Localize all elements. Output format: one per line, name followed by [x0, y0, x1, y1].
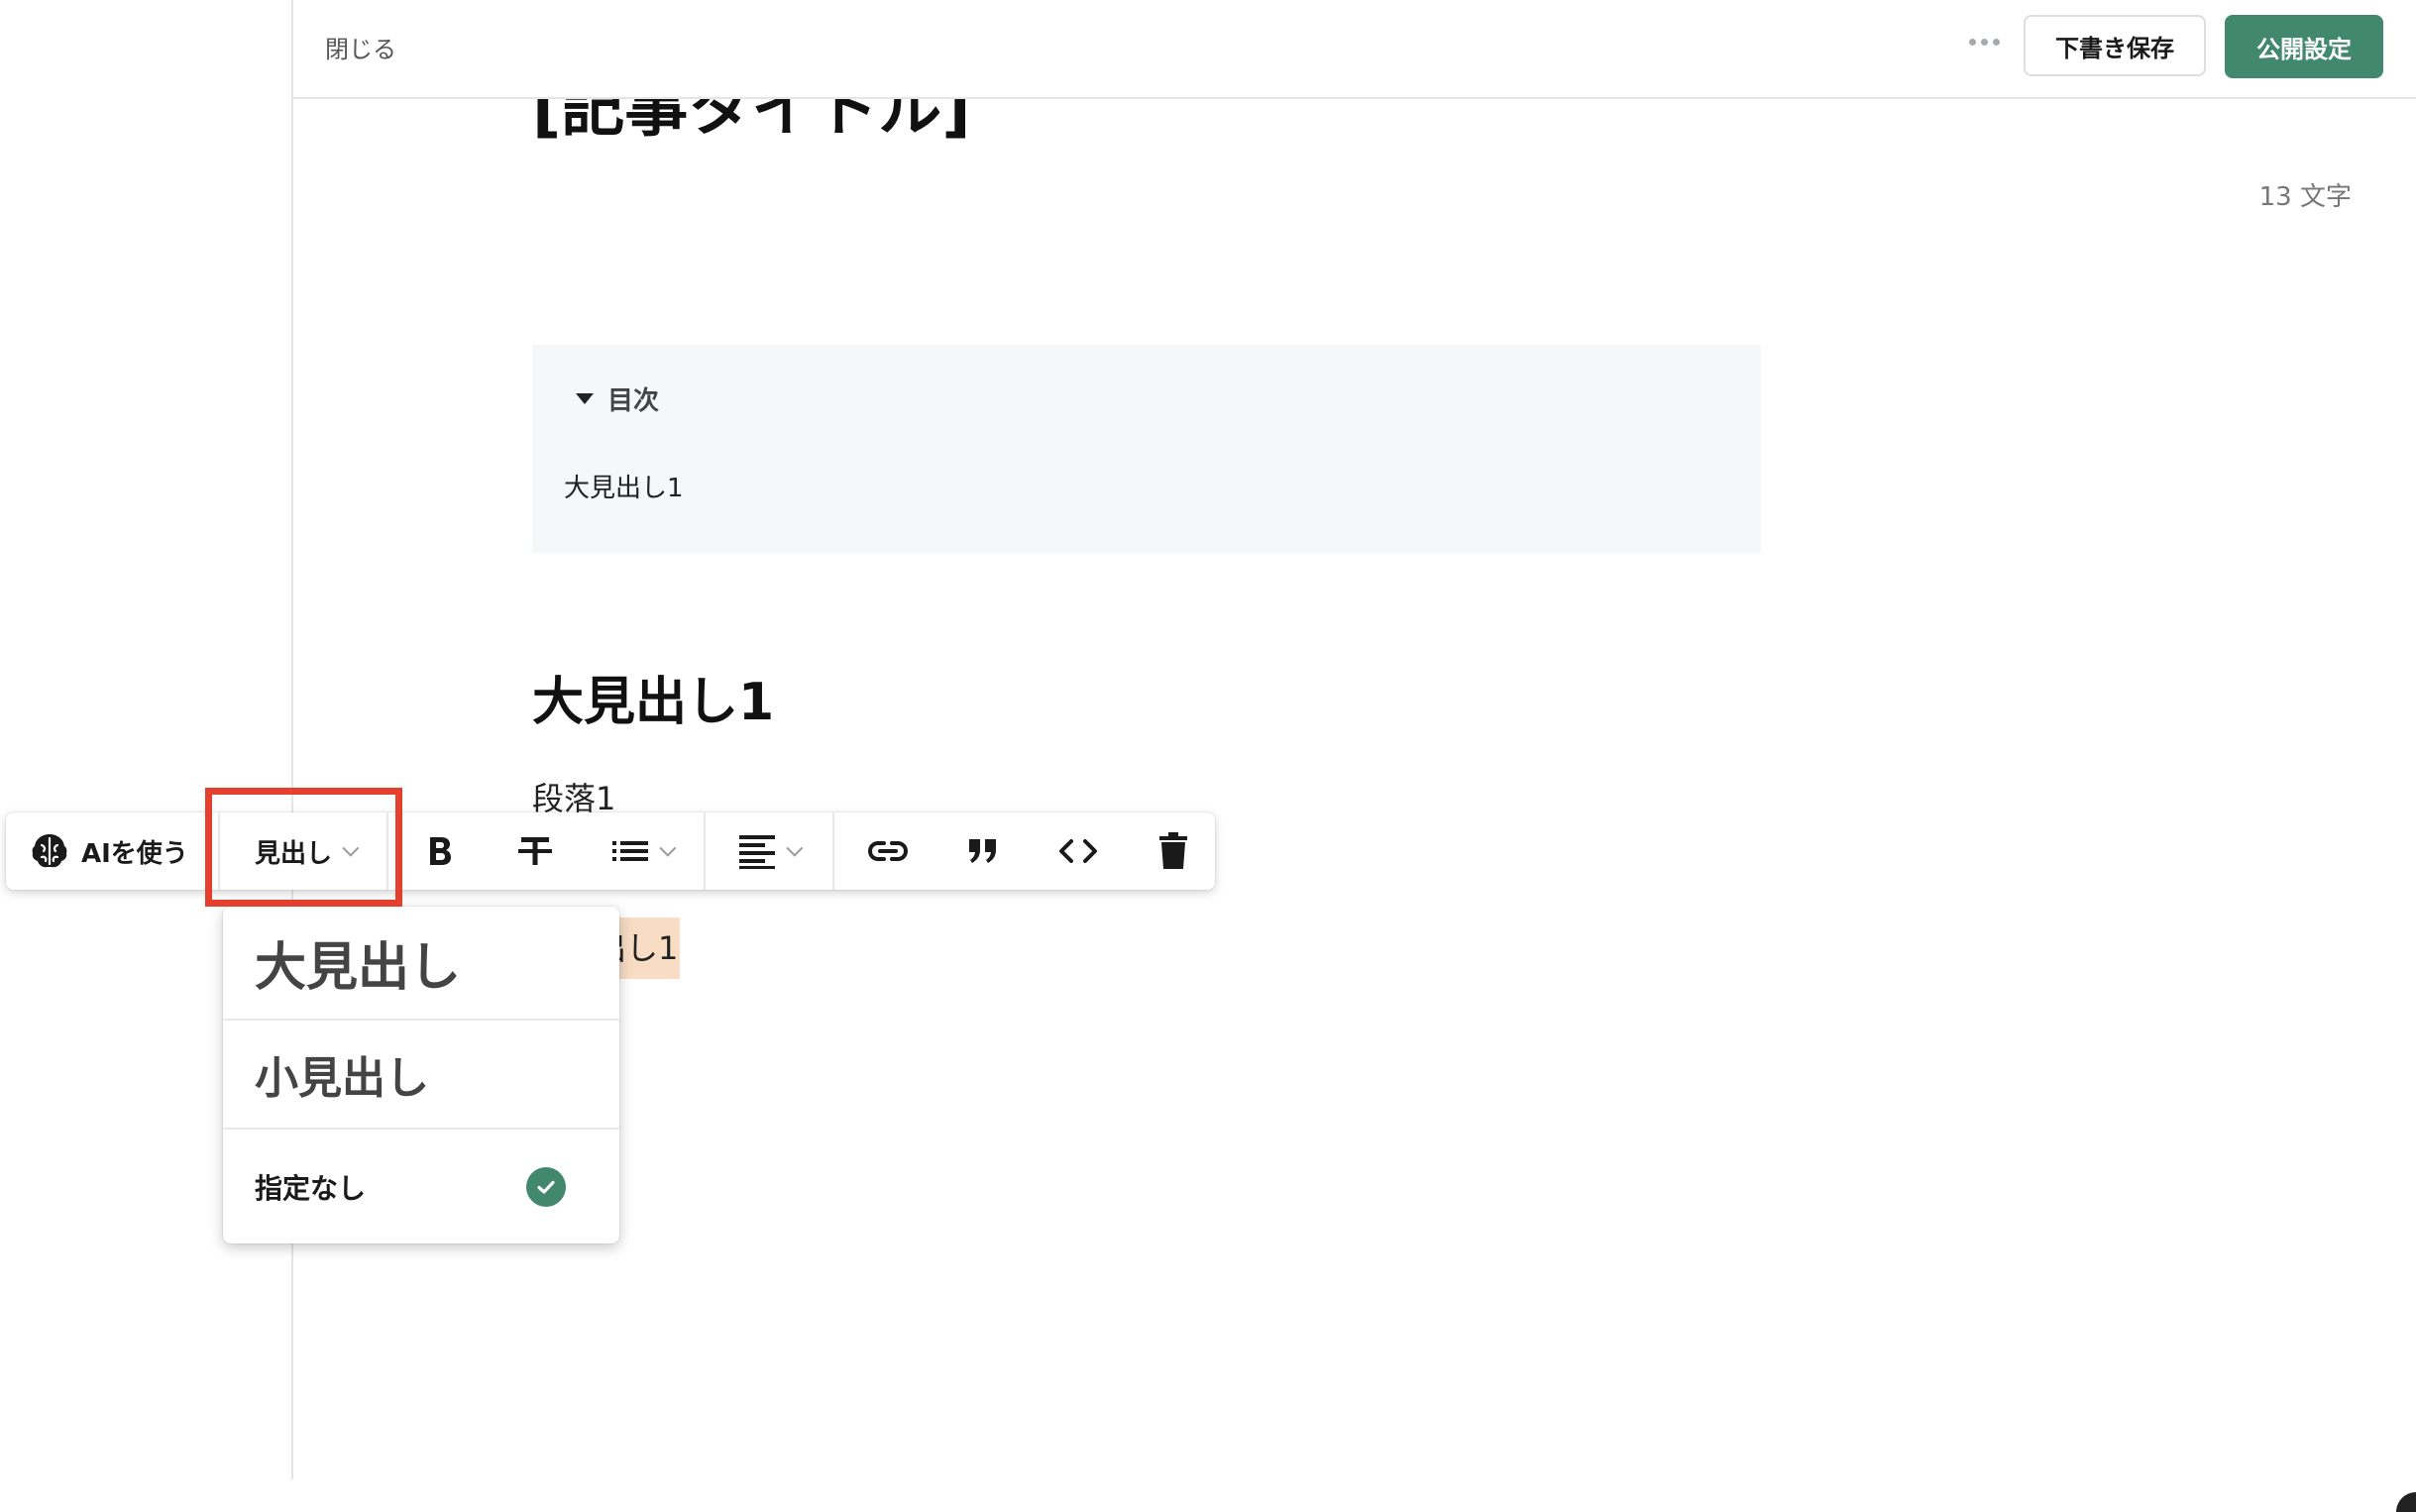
- delete-button[interactable]: [1138, 812, 1209, 890]
- code-button[interactable]: [1043, 812, 1114, 890]
- link-icon: [867, 841, 909, 861]
- strikethrough-icon: [518, 837, 552, 865]
- code-icon: [1059, 839, 1097, 863]
- editor-header: 閉じる 下書き保存 公開設定: [293, 0, 2416, 99]
- heading-option-none[interactable]: 指定なし: [223, 1130, 619, 1243]
- heading-menu: 大見出し 小見出し 指定なし: [223, 907, 619, 1243]
- align-left-icon: [739, 835, 775, 869]
- heading-option-large[interactable]: 大見出し: [223, 907, 619, 1021]
- caret-down-icon: [576, 393, 594, 404]
- chevron-down-icon: [659, 839, 677, 857]
- toc-item[interactable]: 大見出し1: [564, 468, 684, 504]
- close-link[interactable]: 閉じる: [325, 30, 396, 64]
- chevron-down-icon: [786, 839, 804, 857]
- toc-toggle[interactable]: 目次: [576, 380, 659, 417]
- bold-icon: [430, 837, 451, 865]
- save-draft-button[interactable]: 下書き保存: [2024, 15, 2206, 76]
- formatting-toolbar: AIを使う 見出し: [6, 812, 1215, 890]
- heading-dropdown-label: 見出し: [254, 838, 332, 869]
- heading-option-label: 指定なし: [255, 1171, 367, 1205]
- toc-heading: 目次: [607, 386, 660, 416]
- check-icon: [526, 1167, 566, 1207]
- heading-option-small[interactable]: 小見出し: [223, 1021, 619, 1130]
- window-corner: [2396, 1492, 2416, 1512]
- quote-button[interactable]: [947, 812, 1019, 890]
- ai-button[interactable]: AIを使う: [30, 812, 214, 890]
- bold-button[interactable]: [406, 812, 474, 890]
- chevron-down-icon: [342, 839, 360, 857]
- character-count: 13 文字: [2258, 182, 2352, 212]
- left-rail: [0, 0, 293, 1479]
- list-dropdown-button[interactable]: [597, 812, 686, 890]
- ai-brain-icon: [32, 834, 67, 868]
- more-options-icon[interactable]: [1966, 24, 2002, 59]
- heading-option-label: 大見出し: [255, 938, 462, 998]
- publish-settings-button[interactable]: 公開設定: [2225, 15, 2383, 78]
- ai-button-label: AIを使う: [81, 838, 188, 869]
- heading-dropdown-button[interactable]: 見出し: [220, 812, 388, 890]
- bullet-list-icon: [612, 841, 648, 861]
- heading-option-label: 小見出し: [255, 1053, 429, 1104]
- quote-icon: [969, 839, 996, 863]
- align-dropdown-button[interactable]: [723, 812, 813, 890]
- trash-icon: [1159, 832, 1187, 869]
- heading-large[interactable]: 大見出し1: [532, 660, 774, 734]
- table-of-contents: 目次 大見出し1: [532, 345, 1761, 553]
- link-button[interactable]: [852, 812, 924, 890]
- strikethrough-button[interactable]: [501, 812, 569, 890]
